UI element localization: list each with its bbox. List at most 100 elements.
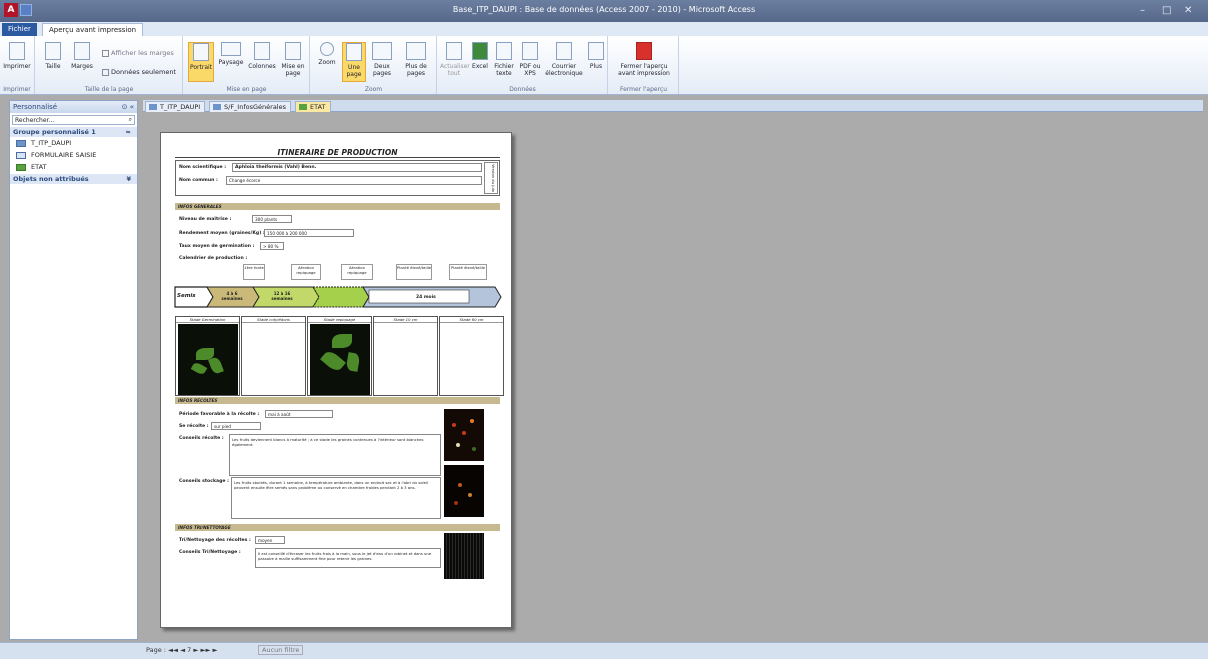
- columns-button[interactable]: Colonnes: [247, 42, 277, 70]
- nav-group-label: Groupe personnalisé 1: [13, 128, 96, 136]
- group-print: Imprimer Imprimer: [0, 36, 35, 94]
- nav-item-report[interactable]: ETAT: [10, 161, 137, 173]
- yield-field: 150 000 à 200 000: [264, 229, 354, 237]
- berry: [472, 447, 476, 451]
- record-navigator[interactable]: Page : ◄◄ ◄ 7 ► ►► ►: [146, 646, 218, 654]
- navigation-pane: Personnalisé ⊙ « Rechercher... ⌕ Groupe pe…: [9, 100, 138, 640]
- callout: Planté élevé/taille: [396, 264, 432, 280]
- stored-fruit-photo: [444, 465, 484, 517]
- excel-button[interactable]: Excel: [470, 42, 490, 70]
- checkbox-icon: [102, 49, 109, 57]
- form-icon: [16, 151, 26, 159]
- data-only-checkbox[interactable]: Données seulement: [102, 68, 176, 76]
- group-layout: Portrait Paysage Colonnes Mise en page M…: [184, 36, 310, 94]
- close-preview-button[interactable]: Fermer l'aperçu avant impression: [613, 42, 675, 77]
- stage-germination: Stade Germination: [175, 316, 240, 396]
- restore-button[interactable]: □: [1162, 5, 1171, 16]
- report-page: ITINERAIRE DE PRODUCTION Nom scientifiqu…: [160, 132, 512, 628]
- group-label: Mise en page: [226, 86, 267, 93]
- stage-cotyledons: Stade cotylédons: [241, 316, 306, 396]
- table-icon: [16, 139, 26, 147]
- stage-label: Stade repiquage: [308, 317, 371, 323]
- nav-item-table[interactable]: T_ITP_DAUPI: [10, 137, 137, 149]
- status-bar: Page : ◄◄ ◄ 7 ► ►► ► Aucun filtre: [0, 642, 1208, 659]
- search-icon[interactable]: ⌕: [129, 116, 132, 124]
- print-button[interactable]: Imprimer: [3, 42, 31, 70]
- more-export-button[interactable]: Plus: [586, 42, 606, 70]
- callout: Aération repiquage: [341, 264, 373, 280]
- stage-60cm: Stade 60 cm: [439, 316, 504, 396]
- doctab-table[interactable]: T_ITP_DAUPI: [145, 101, 206, 112]
- callout: Planté élevé/taille: [449, 264, 487, 280]
- email-label: Courrier électronique: [545, 63, 583, 77]
- search-placeholder: Rechercher...: [15, 117, 55, 124]
- group-label: Zoom: [364, 86, 383, 93]
- common-name-field: Change écorce: [226, 176, 482, 185]
- more-pages-button[interactable]: Plus de pages: [399, 42, 433, 77]
- magnifier-icon: [320, 42, 334, 56]
- landscape-button[interactable]: Paysage: [217, 42, 245, 66]
- one-page-button[interactable]: Une page: [342, 42, 366, 82]
- two-pages-button[interactable]: Deux pages: [369, 42, 395, 77]
- margins-label: Marges: [71, 63, 93, 70]
- nav-item-form[interactable]: FORMULAIRE SAISIE: [10, 149, 137, 161]
- berry: [468, 493, 472, 497]
- margins-button[interactable]: Marges: [70, 42, 94, 70]
- page-setup-label: Mise en page: [281, 63, 305, 77]
- nav-search-input[interactable]: Rechercher... ⌕: [12, 115, 135, 125]
- chevron-down-icon[interactable]: ⊙ «: [122, 103, 134, 111]
- text-file-button[interactable]: Fichier texte: [492, 42, 516, 77]
- yield-label: Rendement moyen (graines/Kg) :: [179, 231, 265, 236]
- group-label: Fermer l'aperçu: [619, 86, 667, 93]
- nav-item-label: FORMULAIRE SAISIE: [31, 151, 97, 159]
- nav-header[interactable]: Personnalisé ⊙ «: [10, 101, 137, 113]
- two-pages-label: Deux pages: [372, 63, 392, 77]
- page-size-icon: [45, 42, 61, 60]
- sorting-advice-label: Conseils Tri/Nettoyage :: [179, 550, 241, 555]
- group-label: Taille de la page: [84, 86, 134, 93]
- more-pages-icon: [406, 42, 426, 60]
- berry: [452, 423, 456, 427]
- storage-label: Conseils stockage :: [179, 479, 229, 484]
- berry: [458, 483, 462, 487]
- one-page-icon: [346, 43, 362, 61]
- period-field: mai à août: [265, 410, 333, 418]
- more-icon: [588, 42, 604, 60]
- form-icon: [213, 104, 221, 110]
- collapse-icon: ≈: [125, 128, 131, 136]
- page-setup-button[interactable]: Mise en page: [279, 42, 307, 77]
- filter-indicator[interactable]: Aucun filtre: [258, 645, 304, 655]
- portrait-button[interactable]: Portrait: [188, 42, 214, 82]
- close-preview-icon: [636, 42, 652, 60]
- tab-print-preview[interactable]: Aperçu avant impression: [42, 23, 144, 36]
- show-margins-checkbox[interactable]: Afficher les marges: [102, 49, 174, 57]
- size-button[interactable]: Taille: [42, 42, 64, 70]
- more-label: Plus: [589, 63, 603, 70]
- berry: [470, 419, 474, 423]
- sieve-photo: [444, 533, 484, 579]
- sorting-advice-field: Il est conseillé d'écraser les fruits fr…: [255, 548, 441, 568]
- refresh-all-button[interactable]: Actualiser tout: [440, 42, 470, 77]
- document-tabs: T_ITP_DAUPI S/F_InfosGénérales ETAT: [143, 100, 1203, 112]
- minimize-button[interactable]: –: [1140, 5, 1145, 16]
- email-button[interactable]: Courrier électronique: [544, 42, 584, 77]
- doctab-subform[interactable]: S/F_InfosGénérales: [209, 101, 291, 112]
- stage-label: Stade 10 cm: [374, 317, 437, 323]
- data-only-label: Données seulement: [111, 68, 176, 76]
- pdf-icon: [522, 42, 538, 60]
- zoom-button[interactable]: Zoom: [315, 42, 339, 66]
- nav-group-1[interactable]: Groupe personnalisé 1 ≈: [10, 127, 137, 137]
- tab-file[interactable]: Fichier: [2, 23, 37, 36]
- refresh-icon: [446, 42, 462, 60]
- doctab-label: S/F_InfosGénérales: [224, 103, 286, 111]
- close-button[interactable]: ✕: [1184, 5, 1192, 16]
- sorting-label: Tri/Nettoyage des récoltes :: [179, 538, 251, 543]
- sci-name-field: Aphloia theiformis (Vahl) Benn.: [232, 163, 482, 172]
- group-zoom: Zoom Une page Deux pages Plus de pages Z…: [311, 36, 437, 94]
- period-label: Période favorable à la récolte :: [179, 412, 260, 417]
- pdf-button[interactable]: PDF ou XPS: [518, 42, 542, 77]
- doctab-report[interactable]: ETAT: [295, 101, 331, 112]
- text-file-icon: [496, 42, 512, 60]
- germination-label: Taux moyen de germination :: [179, 244, 255, 249]
- nav-group-2[interactable]: Objets non attribués ¥: [10, 174, 137, 184]
